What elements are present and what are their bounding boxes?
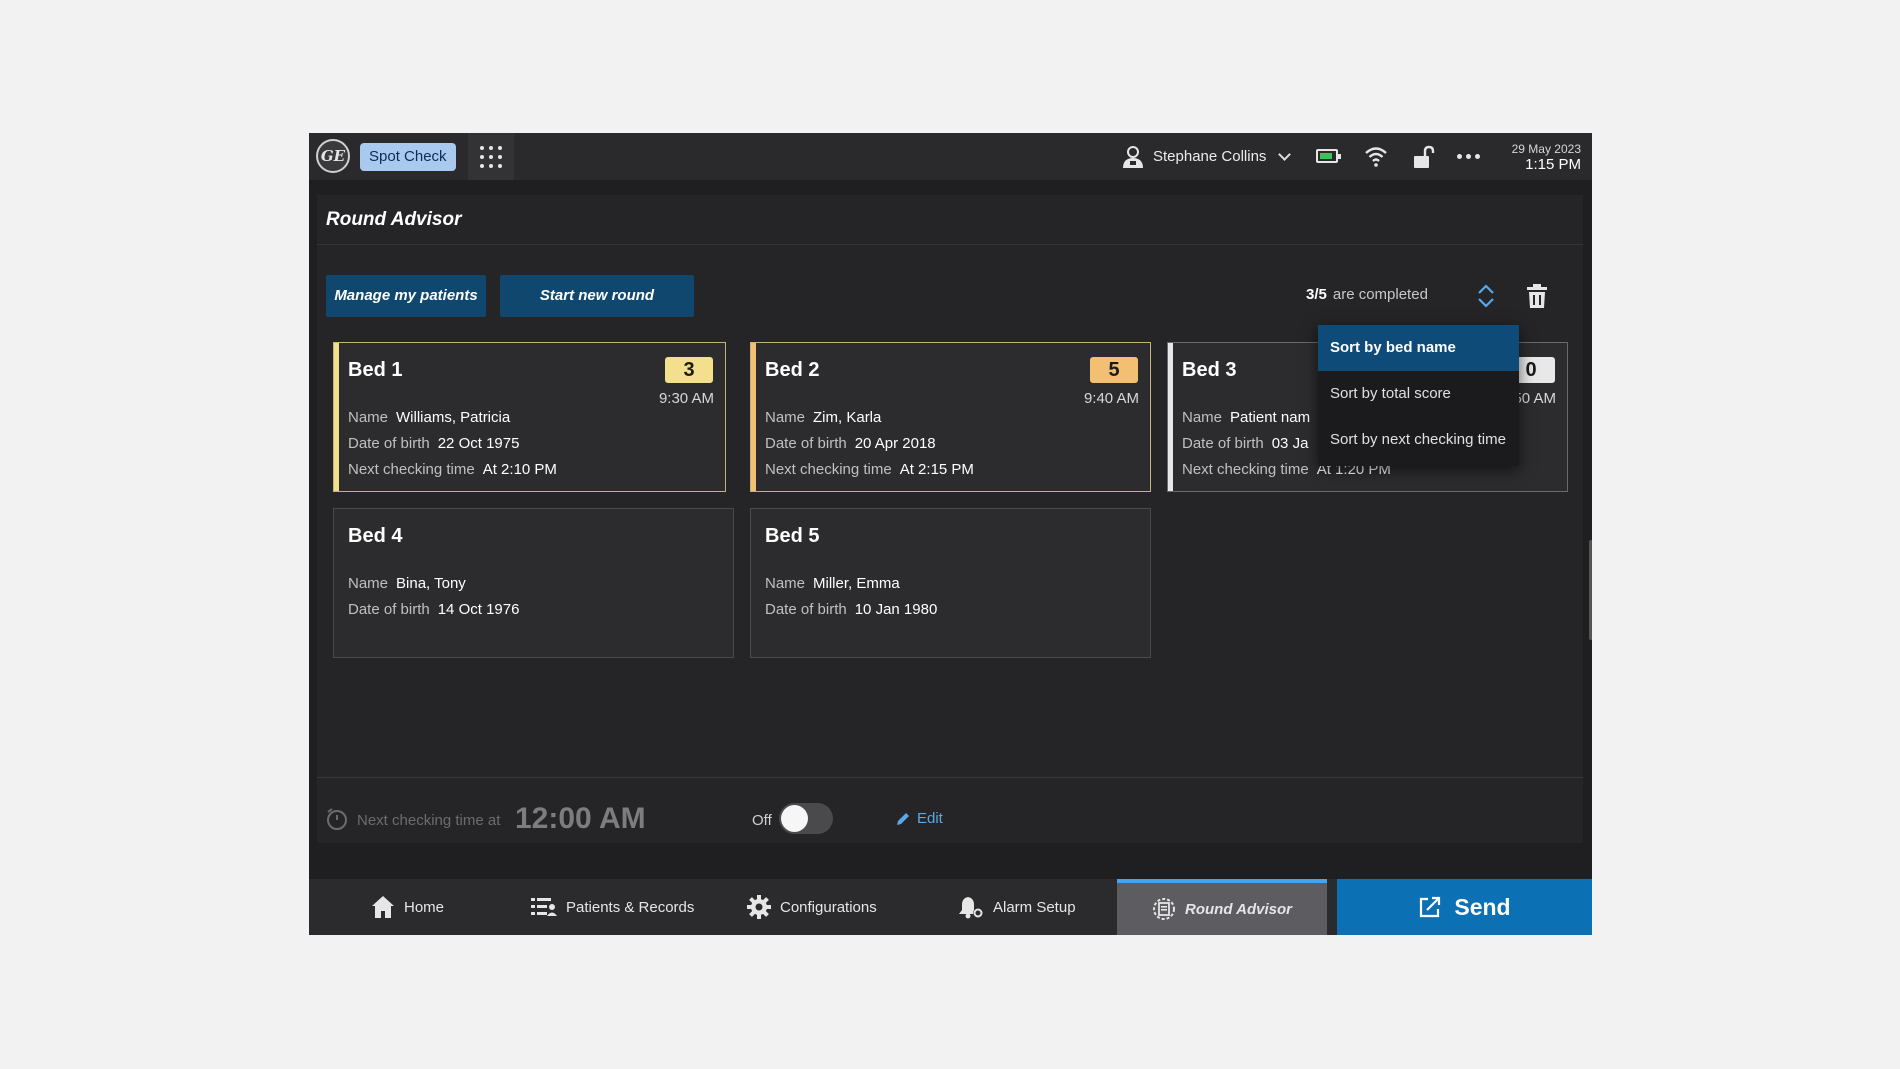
nav-label: Round Advisor <box>1185 900 1292 918</box>
battery-icon <box>1316 149 1341 163</box>
completed-status: 3/5 are completed <box>1306 286 1428 303</box>
send-button[interactable]: Send <box>1337 879 1592 935</box>
wifi-icon <box>1365 147 1387 167</box>
dob-row: Date of birth 20 Apr 2018 <box>765 435 936 452</box>
top-bar: GE Spot Check Stephane Collins 29 May 20… <box>309 133 1592 180</box>
next-check-row: Next checking time At 2:10 PM <box>348 461 557 478</box>
sort-option-bed-name[interactable]: Sort by bed name <box>1318 325 1519 371</box>
score-badge: 3 <box>665 357 713 383</box>
schedule-toggle[interactable] <box>779 803 833 834</box>
chevron-down-icon <box>1278 147 1292 161</box>
nav-round-advisor[interactable]: Round Advisor <box>1117 879 1327 935</box>
check-time: 9:30 AM <box>658 390 714 407</box>
completed-text: are completed <box>1332 286 1428 303</box>
user-menu[interactable]: Stephane Collins <box>1121 133 1292 180</box>
nav-alarm-setup[interactable]: Alarm Setup <box>958 879 1076 935</box>
sort-option-next-check[interactable]: Sort by next checking time <box>1318 417 1519 463</box>
bed-card-2[interactable]: Bed 2 5 9:40 AM Name Zim, Karla Date of b… <box>750 342 1151 492</box>
pencil-icon <box>897 812 909 825</box>
nav-label: Alarm Setup <box>993 898 1076 916</box>
edit-label: Edit <box>917 810 943 827</box>
user-icon <box>1123 145 1143 168</box>
toggle-label: Off <box>752 812 772 829</box>
dob-row: Date of birth 22 Oct 1975 <box>348 435 520 452</box>
apps-grid-icon[interactable] <box>468 133 514 180</box>
scrollbar[interactable] <box>1589 540 1592 640</box>
device-screen: GE Spot Check Stephane Collins 29 May 20… <box>309 133 1592 935</box>
manage-patients-button[interactable]: Manage my patients <box>326 275 486 317</box>
patient-name: Williams, Patricia <box>396 409 511 426</box>
divider <box>317 777 1583 778</box>
date-time: 29 May 2023 1:15 PM <box>1512 142 1581 172</box>
dob-value: 14 Oct 1976 <box>437 601 520 618</box>
ge-logo: GE <box>316 139 350 173</box>
mode-chip[interactable]: Spot Check <box>360 143 456 171</box>
patient-name: Zim, Karla <box>813 409 882 426</box>
bed-card-1[interactable]: Bed 1 3 9:30 AM Name Williams, Patricia D… <box>333 342 726 492</box>
completed-count: 3/5 <box>1306 286 1327 303</box>
nav-label: Configurations <box>780 898 877 916</box>
status-stripe <box>751 343 756 491</box>
edit-button[interactable]: Edit <box>896 810 943 827</box>
nav-label: Home <box>404 898 445 916</box>
patient-name-row: Name Williams, Patricia <box>348 409 511 426</box>
patient-list-icon <box>531 898 557 916</box>
bed-name: Bed 4 <box>348 525 403 547</box>
check-time: 50 AM <box>1513 390 1556 407</box>
bed-name: Bed 5 <box>765 525 820 547</box>
patient-name: Patient nam <box>1230 409 1311 426</box>
patient-name-row: Name Miller, Emma <box>765 575 900 592</box>
sort-dropdown: Sort by bed name Sort by total score Sor… <box>1318 325 1519 466</box>
status-stripe <box>334 343 339 491</box>
round-advisor-panel: Round Advisor Manage my patients Start n… <box>317 195 1592 843</box>
dob-value: 22 Oct 1975 <box>437 435 520 452</box>
next-check-value: At 2:10 PM <box>482 461 557 478</box>
trash-icon[interactable] <box>1525 283 1549 309</box>
round-advisor-icon <box>1153 898 1176 920</box>
bed-name: Bed 1 <box>348 359 403 381</box>
patient-name: Bina, Tony <box>396 575 466 592</box>
patient-name-row: Name Zim, Karla <box>765 409 882 426</box>
score-badge: 5 <box>1090 357 1138 383</box>
dob-row: Date of birth 14 Oct 1976 <box>348 601 520 618</box>
home-icon <box>372 896 394 918</box>
dob-row: Date of birth 10 Jan 1980 <box>765 601 938 618</box>
dob-row: Date of birth 03 Ja <box>1182 435 1309 452</box>
bed-card-4[interactable]: Bed 4 Name Bina, Tony Date of birth 14 Oct… <box>333 508 734 658</box>
sort-icon[interactable] <box>1475 281 1497 311</box>
patient-name-row: Name Bina, Tony <box>348 575 466 592</box>
timer-icon <box>327 808 347 830</box>
dob-value: 10 Jan 1980 <box>854 601 938 618</box>
nav-configurations[interactable]: Configurations <box>747 879 877 935</box>
bed-name: Bed 3 <box>1182 359 1237 381</box>
more-icon[interactable] <box>1457 154 1480 159</box>
bed-name: Bed 2 <box>765 359 820 381</box>
date-text: 29 May 2023 <box>1511 142 1581 156</box>
patient-name-row: Name Patient nam <box>1182 409 1311 426</box>
bed-card-5[interactable]: Bed 5 Name Miller, Emma Date of birth 10 J… <box>750 508 1151 658</box>
next-check-row: Next checking time At 2:15 PM <box>765 461 974 478</box>
divider <box>317 244 1583 245</box>
nav-patients-records[interactable]: Patients & Records <box>531 879 694 935</box>
time-text: 1:15 PM <box>1525 156 1581 173</box>
user-name: Stephane Collins <box>1153 148 1267 165</box>
unlock-icon[interactable] <box>1412 145 1436 169</box>
next-check-value: At 2:15 PM <box>899 461 974 478</box>
alarm-bell-icon <box>959 897 983 919</box>
dob-value: 03 Ja <box>1271 435 1309 452</box>
page-title: Round Advisor <box>326 209 462 230</box>
patient-name: Miller, Emma <box>813 575 900 592</box>
nav-label: Patients & Records <box>566 898 695 916</box>
dob-value: 20 Apr 2018 <box>854 435 936 452</box>
send-label: Send <box>1454 893 1511 920</box>
status-stripe <box>1168 343 1173 491</box>
next-check-time: 12:00 AM <box>515 802 646 835</box>
start-round-button[interactable]: Start new round <box>500 275 694 317</box>
gear-icon <box>747 895 771 919</box>
check-time: 9:40 AM <box>1083 390 1139 407</box>
nav-home[interactable]: Home <box>371 879 444 935</box>
next-check-label: Next checking time at <box>357 812 501 829</box>
send-icon <box>1420 896 1441 918</box>
sort-option-total-score[interactable]: Sort by total score <box>1318 371 1519 417</box>
